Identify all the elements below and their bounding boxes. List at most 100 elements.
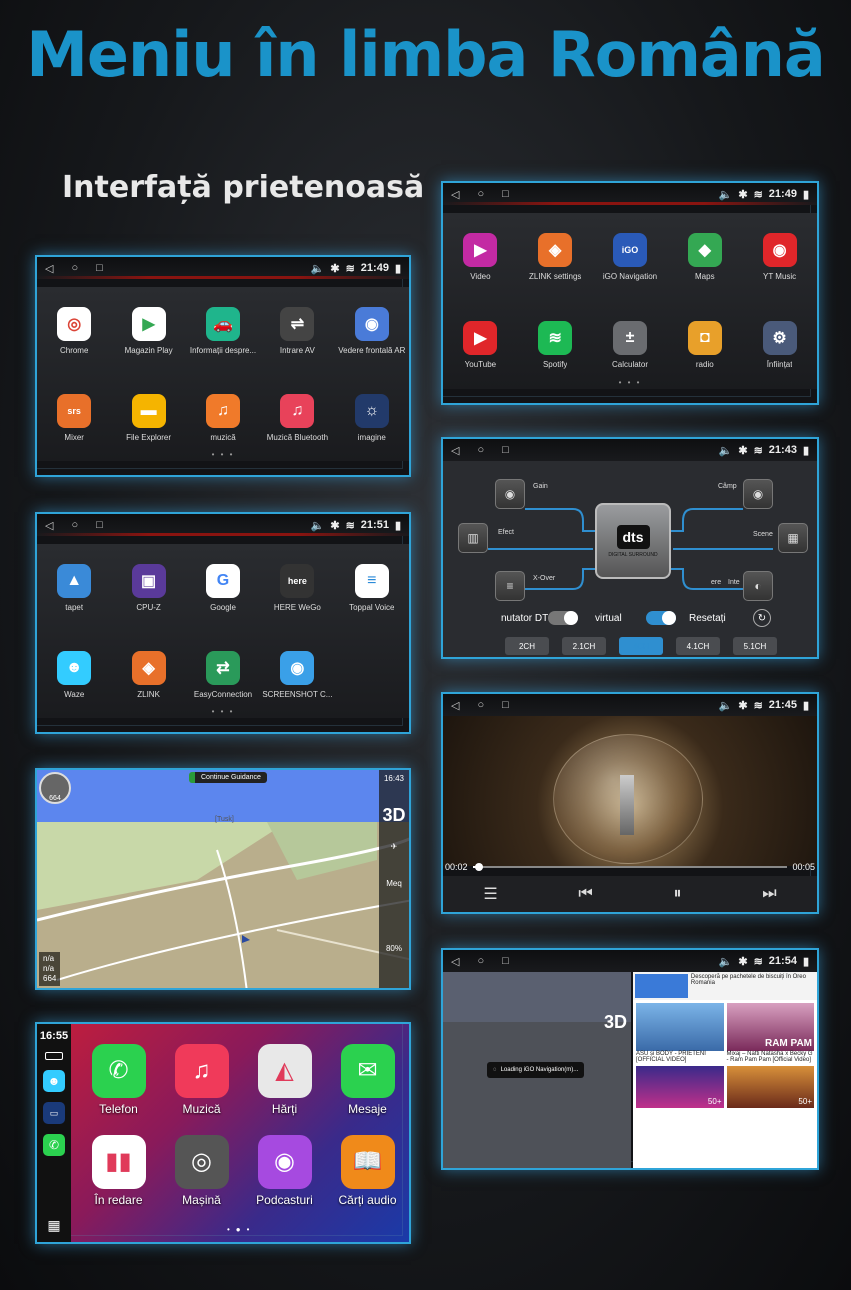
home-icon[interactable]: ○ bbox=[477, 444, 484, 457]
app-intrare-av[interactable]: ⇌ Intrare AV bbox=[260, 287, 334, 374]
back-icon[interactable]: ◁ bbox=[451, 444, 459, 457]
carplay-dock: 16:55 ☻ ▭ ✆ ▦ bbox=[37, 1024, 71, 1242]
recent-icon[interactable]: □ bbox=[502, 444, 509, 457]
app-youtube[interactable]: ▶ YouTube bbox=[443, 301, 518, 389]
volume-icon: 🔈 bbox=[718, 188, 733, 201]
dts-toggle[interactable] bbox=[548, 611, 578, 625]
app-muzica-bluetooth[interactable]: ♫ Muzică Bluetooth bbox=[260, 374, 334, 461]
app-igo-navigation[interactable]: iGO iGO Navigation bbox=[593, 213, 668, 301]
channel-41ch[interactable]: 4.1CH bbox=[676, 637, 720, 655]
back-icon[interactable]: ◁ bbox=[45, 519, 53, 532]
field-knob[interactable]: ◉ bbox=[743, 479, 773, 509]
home-icon[interactable]: ○ bbox=[477, 955, 484, 968]
seek-thumb[interactable] bbox=[475, 863, 484, 871]
dock-nav-icon[interactable]: ▭ bbox=[43, 1102, 65, 1124]
channel-51ch[interactable]: 5.1CH bbox=[733, 637, 777, 655]
app-radio[interactable]: ◘ radio bbox=[667, 301, 742, 389]
dock-phone-icon[interactable]: ✆ bbox=[43, 1134, 65, 1156]
next-icon[interactable]: ⏭ bbox=[762, 885, 776, 903]
app-imagine[interactable]: ☼ imagine bbox=[335, 374, 409, 461]
app-infiintat[interactable]: ⚙ Înființat bbox=[742, 301, 817, 389]
back-icon[interactable]: ◁ bbox=[45, 262, 53, 275]
pause-icon[interactable]: ⏸ bbox=[674, 885, 682, 903]
back-icon[interactable]: ◁ bbox=[451, 188, 459, 201]
channel-2ch[interactable]: 2CH bbox=[505, 637, 549, 655]
channel-21ch[interactable]: 2.1CH bbox=[562, 637, 606, 655]
reset-icon[interactable]: ↻ bbox=[753, 609, 771, 627]
seek-bar[interactable] bbox=[473, 863, 787, 871]
channel-4ch[interactable]: 4CH bbox=[619, 637, 663, 655]
carplay-app-podcasturi[interactable]: ◉ Podcasturi bbox=[243, 1125, 326, 1216]
xover-knob[interactable]: ≡ bbox=[495, 571, 525, 601]
app-muzica[interactable]: ♫ muzică bbox=[186, 374, 260, 461]
split-map-3d[interactable]: 3D bbox=[604, 1012, 627, 1033]
app-toppal-voice[interactable]: ≡ Toppal Voice bbox=[335, 544, 409, 631]
carplay-app-mesaje[interactable]: ✉ Mesaje bbox=[326, 1034, 409, 1125]
split-right-youtube[interactable]: Descoperă pe pachetele de biscuiți în Or… bbox=[633, 972, 817, 1168]
back-icon[interactable]: ◁ bbox=[451, 955, 459, 968]
reset-label[interactable]: Resetați bbox=[689, 613, 726, 624]
app-tapet[interactable]: ▲ tapet bbox=[37, 544, 111, 631]
dock-grid-icon[interactable]: ▦ bbox=[47, 1217, 60, 1234]
status-bar: ◁ ○ □ 🔈 ✱ ≋ 21:45 ▮ bbox=[443, 694, 817, 716]
app-chrome[interactable]: ◎ Chrome bbox=[37, 287, 111, 374]
map-layers-icon[interactable]: ✈ bbox=[391, 842, 398, 851]
recent-icon[interactable]: □ bbox=[502, 955, 509, 968]
home-icon[interactable]: ○ bbox=[477, 188, 484, 201]
virtual-toggle[interactable] bbox=[646, 611, 676, 625]
playlist-icon[interactable]: ☰ bbox=[483, 884, 497, 904]
home-icon[interactable]: ○ bbox=[71, 262, 78, 275]
yt-item-1[interactable]: ASU și BODY - PRIETENI [OFFICIAL VIDEO] bbox=[636, 1003, 724, 1063]
app-easyconnection[interactable]: ⇄ EasyConnection bbox=[186, 631, 260, 718]
app-mixer[interactable]: srs Mixer bbox=[37, 374, 111, 461]
app-file-explorer[interactable]: ▬ File Explorer bbox=[111, 374, 185, 461]
split-left-map[interactable]: 3D ◌ Loading iGO Navigation(m)... bbox=[443, 972, 631, 1168]
app-label: YouTube bbox=[464, 360, 497, 369]
recent-icon[interactable]: □ bbox=[502, 699, 509, 712]
video-frame[interactable] bbox=[443, 716, 817, 866]
app-video[interactable]: ▶ Video bbox=[443, 213, 518, 301]
guidance-banner[interactable]: Continue Guidance bbox=[189, 772, 267, 783]
app-magazin-play[interactable]: ▶ Magazin Play bbox=[111, 287, 185, 374]
dock-waze-icon[interactable]: ☻ bbox=[43, 1070, 65, 1092]
recent-icon[interactable]: □ bbox=[96, 519, 103, 532]
recent-icon[interactable]: □ bbox=[502, 188, 509, 201]
gain-knob[interactable]: ◉ bbox=[495, 479, 525, 509]
app-google[interactable]: G Google bbox=[186, 544, 260, 631]
maps-icon: ◆ bbox=[687, 233, 722, 267]
app-cpu-z[interactable]: ▣ CPU-Z bbox=[111, 544, 185, 631]
app-here-wego[interactable]: here HERE WeGo bbox=[260, 544, 334, 631]
home-icon[interactable]: ○ bbox=[477, 699, 484, 712]
yt-item-4[interactable]: 50+ bbox=[726, 1066, 814, 1108]
app-spotify[interactable]: ≋ Spotify bbox=[518, 301, 593, 389]
carplay-app-telefon[interactable]: ✆ Telefon bbox=[77, 1034, 160, 1125]
app-maps[interactable]: ◆ Maps bbox=[667, 213, 742, 301]
home-icon[interactable]: ○ bbox=[71, 519, 78, 532]
previous-icon[interactable]: ⏮ bbox=[578, 885, 592, 903]
map-3d-button[interactable]: 3D bbox=[382, 805, 405, 826]
app-calculator[interactable]: ± Calculator bbox=[593, 301, 668, 389]
carplay-app-carti-audio[interactable]: 📖 Cărți audio bbox=[326, 1125, 409, 1216]
app-informatii-despre[interactable]: 🚗 Informații despre... bbox=[186, 287, 260, 374]
app-yt-music[interactable]: ◉ YT Music bbox=[742, 213, 817, 301]
effect-knob[interactable]: ▥ bbox=[458, 523, 488, 553]
carplay-app-masina[interactable]: ◎ Mașină bbox=[160, 1125, 243, 1216]
status-bar: ◁ ○ □ 🔈 ✱ ≋ 21:49 ▮ bbox=[37, 257, 409, 279]
scene-knob[interactable]: ▦ bbox=[778, 523, 808, 553]
compass-icon[interactable]: 664 bbox=[39, 772, 71, 804]
carplay-app-in-redare[interactable]: ▮▮ În redare bbox=[77, 1125, 160, 1216]
app-waze[interactable]: ☻ Waze bbox=[37, 631, 111, 718]
clock: 21:49 bbox=[768, 188, 797, 200]
yt-item-3[interactable]: 50+ bbox=[636, 1066, 724, 1108]
carplay-app-muzica[interactable]: ♫ Muzică bbox=[160, 1034, 243, 1125]
app-zlink[interactable]: ◈ ZLINK bbox=[111, 631, 185, 718]
yt-item-2[interactable]: RAM PAM Mixaj – Natti Natasha x Becky G -… bbox=[726, 1003, 814, 1063]
map-menu-label[interactable]: Meq bbox=[386, 879, 402, 888]
carplay-app-harti[interactable]: ◭ Hărți bbox=[243, 1034, 326, 1125]
back-icon[interactable]: ◁ bbox=[451, 699, 459, 712]
app-screenshot-c[interactable]: ◉ SCREENSHOT C... bbox=[260, 631, 334, 718]
app-zlink-settings[interactable]: ◈ ZLINK settings bbox=[518, 213, 593, 301]
recent-icon[interactable]: □ bbox=[96, 262, 103, 275]
interior-knob[interactable]: ◐ bbox=[743, 571, 773, 601]
app-vedere-frontala-ar[interactable]: ◉ Vedere frontală AR bbox=[335, 287, 409, 374]
